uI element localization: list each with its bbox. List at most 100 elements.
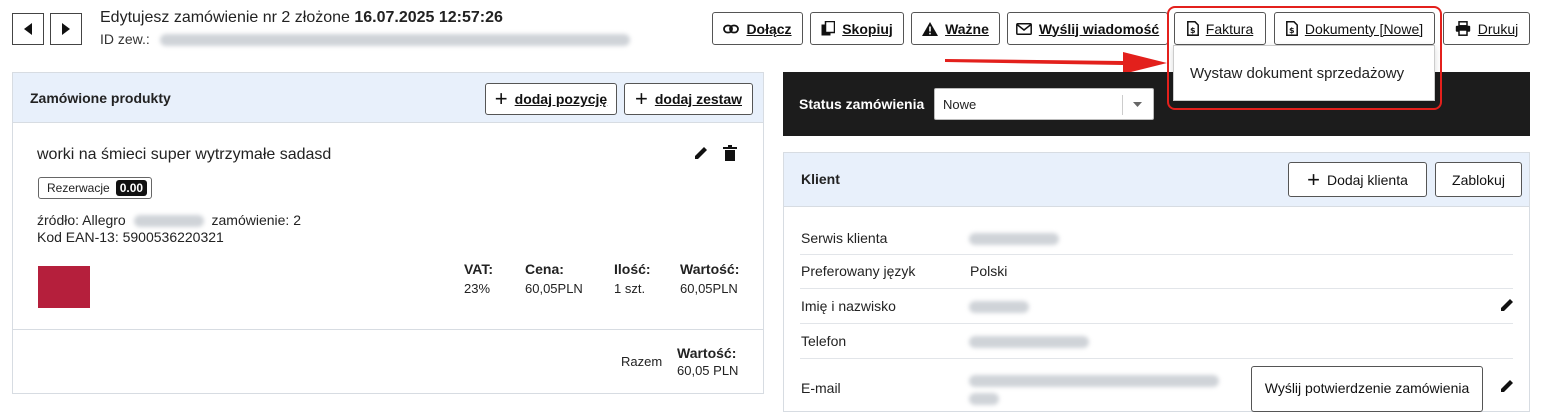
envelope-icon <box>1015 22 1032 35</box>
edit-pencil-icon[interactable] <box>693 145 709 161</box>
arrow-right-icon <box>62 23 70 35</box>
reservation-value: 0.00 <box>115 180 148 196</box>
status-label: Status zamówienia <box>799 96 925 112</box>
block-client-button[interactable]: Zablokuj <box>1435 162 1522 197</box>
reservation-badge: Rezerwacje 0.00 <box>38 177 153 199</box>
link-icon <box>723 24 740 33</box>
full-name-label: Imię i nazwisko <box>801 298 896 314</box>
client-panel-header: Klient + Dodaj klienta Zablokuj <box>784 153 1529 207</box>
client-panel: Klient + Dodaj klienta Zablokuj Serwis k… <box>783 152 1530 412</box>
source-id-redacted <box>133 215 204 228</box>
phone-label: Telefon <box>801 333 847 349</box>
language-value: Polski <box>970 263 1008 279</box>
vat-value: 23% <box>464 281 491 296</box>
row-divider <box>800 254 1513 255</box>
issue-sales-document-menu-item[interactable]: Wystaw dokument sprzedażowy <box>1190 65 1404 82</box>
client-service-label: Serwis klienta <box>801 230 888 246</box>
source-label: źródło: Allegro <box>37 212 126 228</box>
copy-icon <box>821 21 836 36</box>
send-message-label: Wyślij wiadomość <box>1038 20 1160 37</box>
full-name-value-redacted <box>969 301 1029 313</box>
chevron-down-icon <box>1133 102 1142 107</box>
print-label: Drukuj <box>1477 20 1519 37</box>
add-set-label: dodaj zestaw <box>654 91 742 107</box>
email-label: E-mail <box>801 380 841 396</box>
email-value-redacted-line2 <box>969 393 999 405</box>
email-value-redacted <box>969 375 1219 387</box>
plus-icon: + <box>1307 166 1320 192</box>
add-set-button[interactable]: + dodaj zestaw <box>624 83 753 115</box>
status-selected-value: Nowe <box>943 97 977 112</box>
block-client-label: Zablokuj <box>1452 171 1505 188</box>
product-divider <box>13 329 763 330</box>
important-button[interactable]: Ważne <box>911 12 1000 45</box>
documents-label: Dokumenty [Nowe] <box>1304 20 1424 37</box>
title-prefix: Edytujesz zamówienie nr 2 złożone <box>100 9 350 26</box>
printer-icon <box>1455 21 1470 36</box>
language-label: Preferowany język <box>801 263 916 279</box>
plus-icon: + <box>494 86 508 111</box>
products-panel-title: Zamówione produkty <box>30 90 171 106</box>
client-panel-title: Klient <box>801 171 840 187</box>
previous-order-button[interactable] <box>12 13 44 45</box>
total-value-header: Wartość: <box>677 345 737 361</box>
print-button[interactable]: Drukuj <box>1443 12 1530 45</box>
total-label: Razem <box>621 354 663 369</box>
add-client-label: Dodaj klienta <box>1326 171 1408 188</box>
row-divider <box>800 323 1513 324</box>
price-value: 60,05PLN <box>525 281 583 296</box>
phone-value-redacted <box>969 336 1089 348</box>
order-number: zamówienie: 2 <box>211 212 302 228</box>
attach-label: Dołącz <box>746 20 792 37</box>
add-item-label: dodaj pozycję <box>514 91 608 107</box>
row-divider <box>800 288 1513 289</box>
add-client-button[interactable]: + Dodaj klienta <box>1288 162 1427 197</box>
order-date: 16.07.2025 12:57:26 <box>354 9 503 26</box>
external-id-value-redacted <box>159 34 630 47</box>
copy-label: Skopiuj <box>842 20 893 37</box>
reservation-label: Rezerwacje <box>47 181 110 195</box>
external-id-label: ID zew.: <box>100 31 150 47</box>
client-service-value-redacted <box>969 233 1059 245</box>
status-select[interactable]: Nowe <box>934 88 1154 120</box>
edit-pencil-icon[interactable] <box>1499 378 1515 394</box>
send-confirmation-button[interactable]: Wyślij potwierdzenie zamówienia <box>1251 366 1483 412</box>
trash-icon[interactable] <box>723 145 737 161</box>
attach-button[interactable]: Dołącz <box>712 12 803 45</box>
product-name: worki na śmieci super wytrzymałe sadasd <box>37 146 332 163</box>
row-divider <box>800 358 1513 359</box>
external-id: ID zew.: <box>100 31 630 47</box>
warning-icon <box>922 21 939 36</box>
documents-icon: $ <box>1285 21 1298 36</box>
svg-text:$: $ <box>1289 26 1295 35</box>
price-header: Cena: <box>525 261 564 277</box>
value-header: Wartość: <box>680 261 740 277</box>
documents-dropdown-menu: Wystaw dokument sprzedażowy <box>1173 45 1435 101</box>
vat-header: VAT: <box>464 261 494 277</box>
send-confirmation-label: Wyślij potwierdzenie zamówienia <box>1264 380 1470 397</box>
invoice-label: Faktura <box>1205 20 1254 37</box>
edit-pencil-icon[interactable] <box>1499 297 1515 313</box>
invoice-button[interactable]: $ Faktura <box>1174 12 1266 45</box>
send-message-button[interactable]: Wyślij wiadomość <box>1007 12 1168 45</box>
products-panel-header: Zamówione produkty + dodaj pozycję + dod… <box>13 73 763 123</box>
select-divider <box>1122 95 1123 115</box>
add-item-button[interactable]: + dodaj pozycję <box>485 83 617 115</box>
invoice-document-icon: $ <box>1186 21 1199 36</box>
quantity-value: 1 szt. <box>614 281 646 296</box>
plus-icon: + <box>635 86 648 111</box>
product-ean: Kod EAN-13: 5900536220321 <box>37 229 224 245</box>
total-value: 60,05 PLN <box>677 363 739 378</box>
page-title: Edytujesz zamówienie nr 2 złożone 16.07.… <box>100 9 503 27</box>
arrow-left-icon <box>24 23 32 35</box>
quantity-header: Ilość: <box>614 261 651 277</box>
product-thumbnail <box>38 266 90 308</box>
copy-button[interactable]: Skopiuj <box>810 12 904 45</box>
important-label: Ważne <box>945 20 989 37</box>
documents-button[interactable]: $ Dokumenty [Nowe] <box>1274 12 1435 45</box>
product-source: źródło: Allegro zamówienie: 2 <box>37 212 301 228</box>
ordered-products-panel: Zamówione produkty + dodaj pozycję + dod… <box>12 72 764 394</box>
next-order-button[interactable] <box>50 13 82 45</box>
value-value: 60,05PLN <box>680 281 738 296</box>
svg-text:$: $ <box>1190 26 1196 35</box>
